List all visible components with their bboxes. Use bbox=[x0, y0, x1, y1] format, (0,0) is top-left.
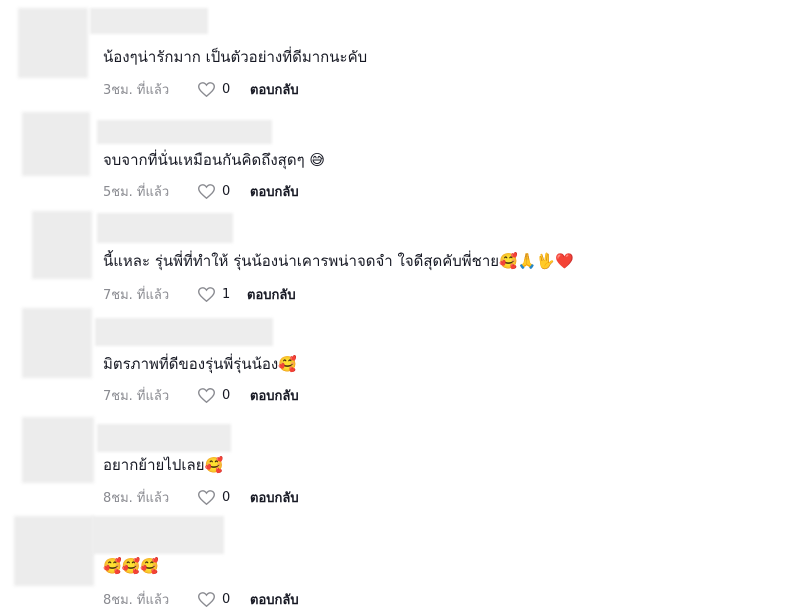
comment-item: มิตรภาพที่ดีของรุ่นพี่รุ่นน้อง🥰 7ชม. ที่… bbox=[0, 306, 800, 408]
username[interactable] bbox=[97, 424, 231, 452]
like-button[interactable]: 0 bbox=[198, 490, 250, 505]
like-count: 0 bbox=[222, 82, 231, 97]
comment-text: อยากย้ายไปเลย🥰 bbox=[103, 456, 224, 474]
username[interactable] bbox=[97, 120, 272, 144]
reply-button[interactable]: ตอบกลับ bbox=[247, 284, 296, 305]
username[interactable] bbox=[97, 213, 233, 243]
comment-text: น้องๆน่ารักมาก เป็นตัวอย่างที่ดีมากนะคับ bbox=[103, 48, 368, 66]
heart-icon bbox=[198, 184, 215, 199]
comment-item: นี้แหละ รุ่นพี่ที่ทำให้ รุ่นน้องน่าเคารพ… bbox=[0, 205, 800, 307]
like-count: 0 bbox=[222, 388, 231, 403]
heart-icon bbox=[198, 287, 215, 302]
like-button[interactable]: 0 bbox=[198, 82, 250, 97]
username[interactable] bbox=[90, 8, 208, 34]
comment-time: 7ชม. ที่แล้ว bbox=[103, 288, 170, 303]
comment-meta: 7ชม. ที่แล้ว 0 ตอบกลับ bbox=[103, 385, 299, 406]
like-button[interactable]: 0 bbox=[198, 592, 250, 607]
avatar[interactable] bbox=[14, 516, 94, 586]
reply-button[interactable]: ตอบกลับ bbox=[250, 589, 299, 610]
comment-meta: 7ชม. ที่แล้ว 1 ตอบกลับ bbox=[103, 284, 296, 305]
comment-time: 7ชม. ที่แล้ว bbox=[103, 389, 170, 404]
comment-meta: 8ชม. ที่แล้ว 0 ตอบกลับ bbox=[103, 589, 299, 610]
comment-meta: 8ชม. ที่แล้ว 0 ตอบกลับ bbox=[103, 487, 299, 508]
heart-icon bbox=[198, 490, 215, 505]
reply-button[interactable]: ตอบกลับ bbox=[250, 385, 299, 406]
reply-button[interactable]: ตอบกลับ bbox=[250, 487, 299, 508]
comment-item: จบจากที่นั่นเหมือนกันคิดถึงสุดๆ 😅 5ชม. ท… bbox=[0, 103, 800, 205]
like-button[interactable]: 0 bbox=[198, 388, 250, 403]
comment-meta: 3ชม. ที่แล้ว 0 ตอบกลับ bbox=[103, 79, 299, 100]
like-count: 0 bbox=[222, 490, 231, 505]
comment-time: 3ชม. ที่แล้ว bbox=[103, 83, 170, 98]
heart-icon bbox=[198, 388, 215, 403]
comment-item: อยากย้ายไปเลย🥰 8ชม. ที่แล้ว 0 ตอบกลับ bbox=[0, 407, 800, 509]
comment-text: 🥰🥰🥰 bbox=[103, 557, 160, 575]
comment-time: 5ชม. ที่แล้ว bbox=[103, 185, 170, 200]
like-button[interactable]: 1 bbox=[198, 287, 247, 302]
comment-item: น้องๆน่ารักมาก เป็นตัวอย่างที่ดีมากนะคับ… bbox=[0, 0, 800, 102]
comment-text: นี้แหละ รุ่นพี่ที่ทำให้ รุ่นน้องน่าเคารพ… bbox=[103, 252, 574, 270]
heart-icon bbox=[198, 82, 215, 97]
reply-button[interactable]: ตอบกลับ bbox=[250, 79, 299, 100]
username[interactable] bbox=[95, 318, 273, 346]
avatar[interactable] bbox=[18, 8, 88, 78]
comment-time: 8ชม. ที่แล้ว bbox=[103, 491, 170, 506]
avatar[interactable] bbox=[22, 308, 92, 378]
like-button[interactable]: 0 bbox=[198, 184, 250, 199]
avatar[interactable] bbox=[22, 112, 90, 176]
heart-icon bbox=[198, 592, 215, 607]
reply-button[interactable]: ตอบกลับ bbox=[250, 181, 299, 202]
comment-time: 8ชม. ที่แล้ว bbox=[103, 593, 170, 608]
username[interactable] bbox=[92, 516, 224, 554]
comment-item: 🥰🥰🥰 8ชม. ที่แล้ว 0 ตอบกลับ bbox=[0, 508, 800, 610]
like-count: 0 bbox=[222, 184, 231, 199]
like-count: 0 bbox=[222, 592, 231, 607]
avatar[interactable] bbox=[32, 211, 92, 279]
like-count: 1 bbox=[222, 287, 231, 302]
avatar[interactable] bbox=[22, 417, 94, 483]
comment-text: จบจากที่นั่นเหมือนกันคิดถึงสุดๆ 😅 bbox=[103, 151, 326, 169]
comment-text: มิตรภาพที่ดีของรุ่นพี่รุ่นน้อง🥰 bbox=[103, 355, 297, 373]
comment-meta: 5ชม. ที่แล้ว 0 ตอบกลับ bbox=[103, 181, 299, 202]
